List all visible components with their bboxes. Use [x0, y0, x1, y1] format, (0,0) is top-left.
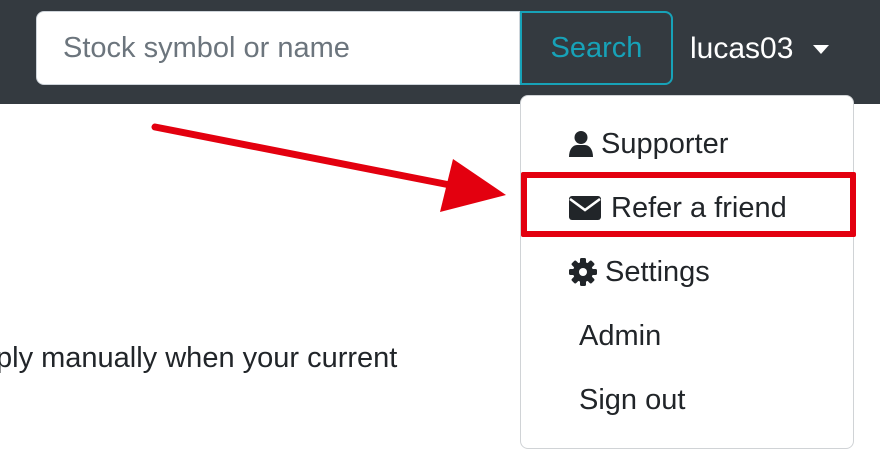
- annotation-arrow-icon: [151, 123, 506, 212]
